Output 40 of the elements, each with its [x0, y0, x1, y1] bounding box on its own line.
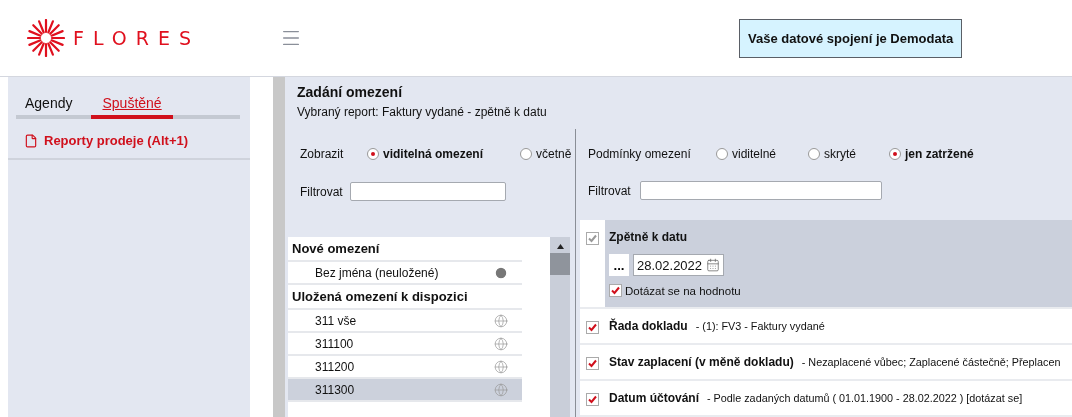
file-icon — [24, 133, 38, 148]
show-label: Zobrazit — [300, 147, 345, 161]
globe-icon — [494, 336, 508, 351]
condition-checkbox[interactable] — [586, 357, 599, 370]
condition-detail: - Podle zadaných datumů ( 01.01.1900 - 28.02.2022 ) [dotázat se] — [707, 392, 1023, 404]
filter-label: Filtrovat — [300, 184, 344, 199]
scrollbar[interactable] — [550, 237, 570, 417]
condition-checkbox[interactable] — [586, 393, 599, 406]
sunburst-icon — [27, 19, 65, 57]
condition-name: Stav zaplacení (v měně dokladu) — [609, 355, 794, 369]
globe-icon — [494, 313, 508, 328]
condition-checkbox[interactable] — [586, 321, 599, 334]
show-radio[interactable]: včetně — [520, 147, 575, 161]
globe-icon — [494, 382, 508, 397]
condition-detail: - (1): FV3 - Faktury vydané — [695, 320, 825, 332]
calendar-icon — [706, 258, 721, 272]
scroll-up-icon[interactable] — [556, 244, 564, 249]
condition-name: Datum účtování — [609, 391, 699, 405]
globe-icon — [494, 359, 508, 374]
filter-field[interactable] — [350, 182, 506, 201]
sidebar-tab[interactable]: Agendy — [25, 89, 84, 119]
condition-name: Řada dokladu — [609, 319, 688, 333]
conditions-label: Podmínky omezení — [588, 146, 692, 161]
condition-name: Zpětně k datu — [609, 230, 687, 244]
panel-title: Zadání omezení — [296, 83, 404, 100]
conditions-radio[interactable]: skryté — [808, 146, 889, 161]
panel-subtitle: Vybraný report: Faktury vydané - zpětně k datu — [296, 104, 548, 119]
logo: FLORES — [27, 19, 277, 57]
conditions-radio[interactable]: jen zatržené — [889, 146, 974, 161]
scrollbar-thumb[interactable] — [550, 253, 570, 275]
show-radio[interactable]: viditelná omezení — [367, 147, 520, 161]
filter-field[interactable] — [640, 181, 882, 200]
user-icon — [494, 265, 508, 280]
filter-label: Filtrovat — [588, 183, 632, 198]
saved-filter-item[interactable]: 311300 — [288, 379, 522, 402]
sidebar-tab[interactable]: Spuštěné — [91, 89, 173, 119]
ask-label: Dotázat se na hodnotu — [625, 284, 741, 297]
connection-banner: Vaše datové spojení je Demodata — [739, 18, 963, 58]
condition-detail: - Nezaplacené vůbec; Zaplacené částečně; Přeplacen — [801, 356, 1061, 368]
conditions-radio[interactable]: viditelné — [716, 146, 808, 161]
